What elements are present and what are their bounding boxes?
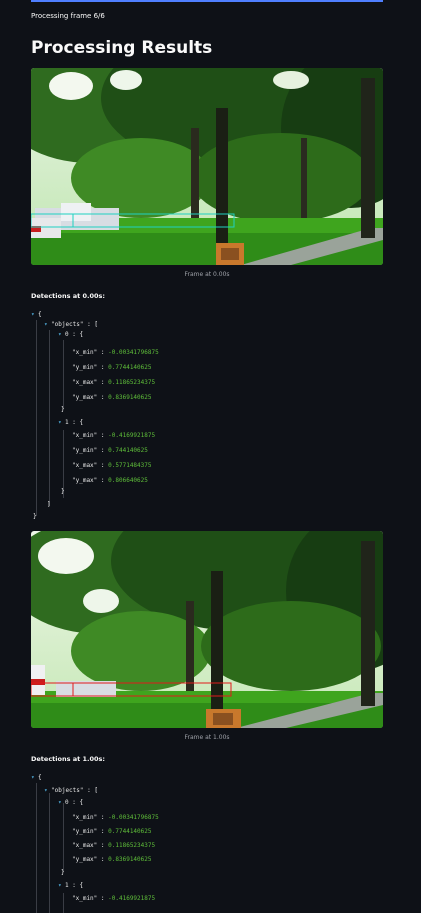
json-field: "y_min" : 0.7744140625 — [72, 364, 152, 371]
json-field: "x_min" : -0.00341796875 — [72, 349, 159, 356]
caret-down-icon: ▾ — [44, 787, 48, 794]
page-title: Processing Results — [31, 38, 213, 58]
status-text: Processing frame 6/6 — [31, 12, 105, 20]
json-objects-toggle[interactable]: ▾ "objects" : [ — [44, 786, 98, 796]
json-objects-toggle[interactable]: ▾ "objects" : [ — [44, 320, 98, 330]
caret-down-icon: ▾ — [44, 321, 48, 328]
json-viewer-0: ▾{ ▾ "objects" : [ ▾ 0 : { "x_min" : -0.00… — [31, 310, 159, 520]
frame-image-0 — [31, 68, 383, 265]
caret-down-icon: ▾ — [31, 774, 35, 781]
detections-title-1: Detections at 1.00s: — [31, 755, 105, 763]
json-field: "x_max" : 0.11865234375 — [72, 842, 156, 849]
json-item-toggle[interactable]: ▾ 1 : { — [58, 418, 83, 428]
json-field: "x_min" : -0.4169921875 — [72, 895, 156, 902]
json-field: "x_min" : -0.00341796875 — [72, 814, 159, 821]
json-field: "x_min" : -0.4169921875 — [72, 432, 156, 439]
progress-bar — [31, 0, 383, 2]
json-field: "y_max" : 0.8369140625 — [72, 856, 152, 863]
json-field: "x_max" : 0.5771484375 — [72, 462, 152, 469]
json-field: "x_max" : 0.11865234375 — [72, 379, 156, 386]
json-root-toggle[interactable]: ▾{ — [31, 773, 42, 783]
json-field: "y_min" : 0.744140625 — [72, 447, 148, 454]
json-field: "y_max" : 0.806640625 — [72, 477, 148, 484]
caret-down-icon: ▾ — [58, 419, 62, 426]
json-viewer-1: ▾{ ▾ "objects" : [ ▾ 0 : { "x_min" : -0.00… — [31, 773, 383, 913]
json-item-toggle[interactable]: ▾ 1 : { — [58, 881, 83, 891]
json-root-toggle[interactable]: ▾{ — [31, 310, 42, 320]
json-field: "y_max" : 0.8369140625 — [72, 394, 152, 401]
caret-down-icon: ▾ — [58, 331, 62, 338]
frame-caption-0: Frame at 0.00s — [184, 271, 230, 278]
caret-down-icon: ▾ — [31, 311, 35, 318]
detections-title-0: Detections at 0.00s: — [31, 292, 105, 300]
json-item-toggle[interactable]: ▾ 0 : { — [58, 798, 83, 808]
frame-caption-1: Frame at 1.00s — [184, 734, 230, 741]
caret-down-icon: ▾ — [58, 882, 62, 889]
json-item-toggle[interactable]: ▾ 0 : { — [58, 330, 83, 340]
caret-down-icon: ▾ — [58, 799, 62, 806]
json-field: "y_min" : 0.7744140625 — [72, 828, 152, 835]
frame-image-1 — [31, 531, 383, 728]
